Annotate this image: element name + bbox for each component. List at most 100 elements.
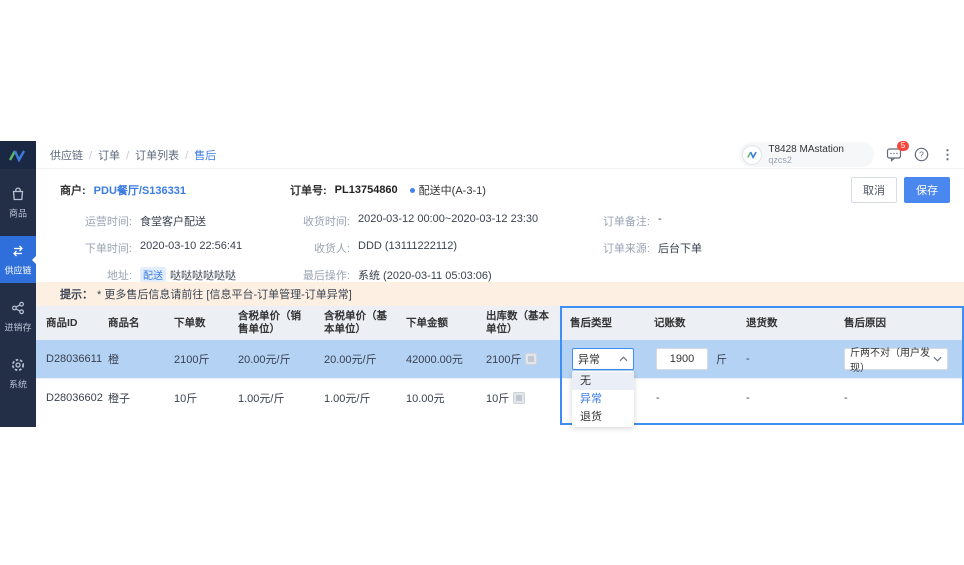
field-value: 系统 (2020-03-11 05:03:06) [358,267,492,283]
sidebar: 商品 供应链 进销存 系统 [0,141,36,427]
sidebar-item-goods[interactable]: 商品 [0,179,36,226]
order-info-section: 取消 保存 商户: PDU餐厅/S136331 订单号: PL13754860 … [36,169,964,282]
field-label: 运营时间: [60,213,132,229]
avatar [742,145,762,165]
account-qty-input[interactable] [656,348,708,370]
col-header: 售后原因 [834,313,964,334]
more-menu-button[interactable]: ⋮ [941,147,954,163]
help-icon: ? [914,147,929,162]
app-window: 商品 供应链 进销存 系统 [0,141,964,427]
cell-order-amount: 10.00元 [396,390,476,406]
cell-product-id: D28036602 [36,392,98,404]
sidebar-item-system[interactable]: 系统 [0,350,36,397]
logo-icon [7,148,29,162]
svg-text:?: ? [919,149,924,159]
dropdown-option-return[interactable]: 退货 [572,408,634,426]
field-label: 最后操作: [290,267,350,283]
order-no-value: PL13754860 [335,184,398,196]
col-header: 退货数 [736,313,834,334]
cell-unit-price-base: 20.00元/斤 [314,351,396,367]
col-header: 含税单价（销售单位） [228,306,314,340]
breadcrumb-aftersales[interactable]: 售后 [194,147,216,163]
breadcrumb-supply-chain[interactable]: 供应链 [50,147,98,163]
order-status-text: 配送中(A-3-1) [419,182,486,198]
sidebar-item-inventory[interactable]: 进销存 [0,293,36,340]
sidebar-item-label: 供应链 [2,263,34,277]
qty-unit: 斤 [716,351,727,367]
outbound-qty-text: 2100斤 [486,351,521,367]
merchant-link[interactable]: PDU餐厅/S136331 [94,182,186,198]
sidebar-item-supply-chain[interactable]: 供应链 [0,236,36,283]
sidebar-item-label: 商品 [2,206,34,220]
status-dot-icon [410,188,415,193]
breadcrumb-order-list[interactable]: 订单列表 [135,147,194,163]
field-label: 地址: [60,267,132,283]
field-label: 收货时间: [290,213,350,229]
notice-label: 提示： [60,286,93,302]
app-logo[interactable] [0,141,36,169]
chevron-up-icon [619,356,628,362]
save-button[interactable]: 保存 [904,177,950,203]
field-label: 收货人: [290,240,350,256]
share-icon [10,300,26,316]
col-header: 商品名 [98,313,164,334]
field-value: - [658,213,662,225]
cell-order-qty: 2100斤 [164,351,228,367]
user-name: T8428 MAstation [768,144,844,155]
address-text: 哒哒哒哒哒哒 [170,270,236,282]
breadcrumb: 供应链 订单 订单列表 售后 [50,147,216,163]
gear-icon [10,357,26,373]
merchant-label: 商户: [60,182,86,198]
cell-product-name: 橙子 [98,390,164,406]
record-icon[interactable] [525,353,537,365]
breadcrumb-orders[interactable]: 订单 [98,147,135,163]
aftersales-reason-value: 斤两不对（用户发现） [850,344,933,374]
record-icon[interactable] [513,392,525,404]
topbar: 供应链 订单 订单列表 售后 T8428 MAstation qzcs2 [36,141,964,169]
col-header: 含税单价（基本单位） [314,306,396,340]
table-header-row: 商品ID 商品名 下单数 含税单价（销售单位） 含税单价（基本单位） 下单金额 … [36,306,964,340]
cell-unit-price-sale: 1.00元/斤 [228,390,314,406]
delivery-tag: 配送 [140,267,166,282]
field-value: 食堂客户配送 [140,213,206,229]
aftersales-type-value: 异常 [578,351,600,367]
cell-aftersales-reason: - [834,392,964,404]
aftersales-reason-select[interactable]: 斤两不对（用户发现） [844,348,948,370]
col-header: 下单金额 [396,313,476,334]
cell-return-qty: - [736,392,834,404]
col-header: 商品ID [36,313,98,334]
cell-unit-price-base: 1.00元/斤 [314,390,396,406]
col-header: 下单数 [164,313,228,334]
dropdown-option-abnormal[interactable]: 异常 [572,390,634,408]
cancel-button[interactable]: 取消 [851,177,897,203]
cell-outbound-qty: 2100斤 [476,351,560,367]
col-header: 出库数（基本单位） [476,306,560,340]
message-count-badge: 5 [897,141,909,151]
main-area: 供应链 订单 订单列表 售后 T8428 MAstation qzcs2 [36,141,964,427]
field-value: 2020-03-12 00:00~2020-03-12 23:30 [358,213,538,225]
cell-product-id: D28036611 [36,353,98,365]
user-menu[interactable]: T8428 MAstation qzcs2 [739,142,874,167]
cell-account-qty: - [644,392,736,404]
user-subname: qzcs2 [768,155,844,165]
cell-order-amount: 42000.00元 [396,351,476,367]
aftersales-type-dropdown: 无 异常 退货 [572,371,634,427]
messages-button[interactable]: 5 [886,147,902,162]
sidebar-item-label: 系统 [2,377,34,391]
col-header: 记账数 [644,313,736,334]
cell-unit-price-sale: 20.00元/斤 [228,351,314,367]
topbar-actions: T8428 MAstation qzcs2 5 ? [739,142,954,167]
field-value: DDD (13111222112) [358,240,457,252]
dropdown-option-none[interactable]: 无 [572,372,634,390]
help-button[interactable]: ? [914,147,929,162]
aftersales-type-select[interactable]: 异常 [572,348,634,370]
outbound-qty-text: 10斤 [486,390,509,406]
table-row: D28036611 橙 2100斤 20.00元/斤 20.00元/斤 4200… [36,340,964,378]
address-value: 配送哒哒哒哒哒哒 [140,267,236,283]
cell-return-qty: - [736,353,834,365]
field-value: 后台下单 [658,240,702,256]
avatar-logo-icon [746,150,759,159]
field-label: 下单时间: [60,240,132,256]
swap-icon [10,243,26,259]
bag-icon [10,186,26,202]
